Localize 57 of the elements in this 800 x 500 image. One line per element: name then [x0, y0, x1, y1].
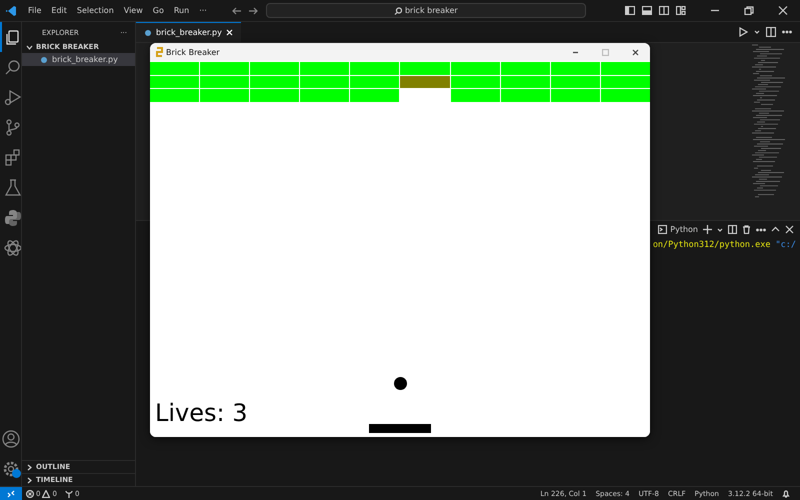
menu-item[interactable]: View	[118, 4, 148, 17]
trash-icon[interactable]	[742, 225, 751, 234]
warning-icon	[42, 490, 50, 498]
split-editor-icon[interactable]	[766, 27, 776, 37]
search-icon	[394, 6, 402, 14]
editor-tab[interactable]: brick_breaker.py	[136, 22, 241, 42]
run-icon[interactable]	[738, 27, 748, 37]
menu-item[interactable]: Go	[148, 4, 169, 17]
chevron-down-icon[interactable]	[754, 29, 760, 35]
flask-icon	[2, 178, 20, 196]
more-icon[interactable]	[782, 30, 792, 34]
run-debug-icon	[2, 88, 20, 106]
more-icon[interactable]	[756, 228, 766, 232]
close-icon	[632, 48, 638, 56]
menu-item[interactable]: File	[23, 4, 46, 17]
forward-arrow-icon[interactable]	[248, 6, 258, 14]
remote-button[interactable]	[0, 486, 22, 500]
lives-counter: Lives: 3	[155, 399, 248, 427]
antenna-icon	[64, 490, 73, 498]
terminal-icon	[658, 225, 668, 234]
error-icon	[26, 490, 34, 498]
terminal-tab[interactable]: Python	[658, 225, 698, 234]
toggle-sidebar-icon[interactable]	[625, 6, 635, 15]
atom-icon	[2, 238, 20, 256]
chevron-down-icon[interactable]	[717, 226, 723, 232]
chevron-down-icon[interactable]	[26, 44, 33, 50]
explorer-file[interactable]: brick_breaker.py	[22, 53, 135, 66]
toggle-secondary-sidebar-icon[interactable]	[659, 6, 669, 15]
add-terminal-icon[interactable]	[703, 225, 712, 234]
command-search-field[interactable]: brick breaker	[266, 3, 586, 18]
maximize-panel-icon[interactable]	[771, 225, 780, 234]
terminal-text: on/Python312/python.exe	[652, 240, 771, 250]
window-title: Brick Breaker	[166, 48, 220, 56]
ball	[394, 377, 407, 390]
menu-item[interactable]: Edit	[46, 4, 72, 17]
bell-icon[interactable]	[782, 489, 790, 498]
terminal-text: "c:/	[776, 240, 796, 250]
toggle-panel-icon[interactable]	[642, 6, 652, 15]
paddle	[369, 424, 431, 433]
settings-icon[interactable]	[2, 460, 20, 478]
close-icon[interactable]	[778, 6, 788, 15]
extensions-icon	[2, 148, 20, 166]
restore-icon[interactable]	[744, 6, 754, 15]
menu-item[interactable]: Selection	[72, 4, 119, 17]
chevron-right-icon[interactable]	[26, 464, 33, 470]
chevron-right-icon[interactable]	[26, 476, 33, 484]
python-icon	[2, 208, 20, 226]
account-icon[interactable]	[2, 430, 20, 448]
menu-item[interactable]: Run	[168, 4, 194, 17]
split-terminal-icon[interactable]	[728, 225, 737, 234]
menu-item[interactable]: ···	[194, 4, 212, 17]
remote-icon	[7, 490, 15, 498]
back-arrow-icon[interactable]	[232, 6, 242, 14]
close-icon[interactable]	[785, 225, 794, 234]
app-logo-icon	[5, 4, 17, 16]
customize-layout-icon[interactable]	[676, 6, 686, 15]
maximize-icon	[602, 48, 608, 56]
